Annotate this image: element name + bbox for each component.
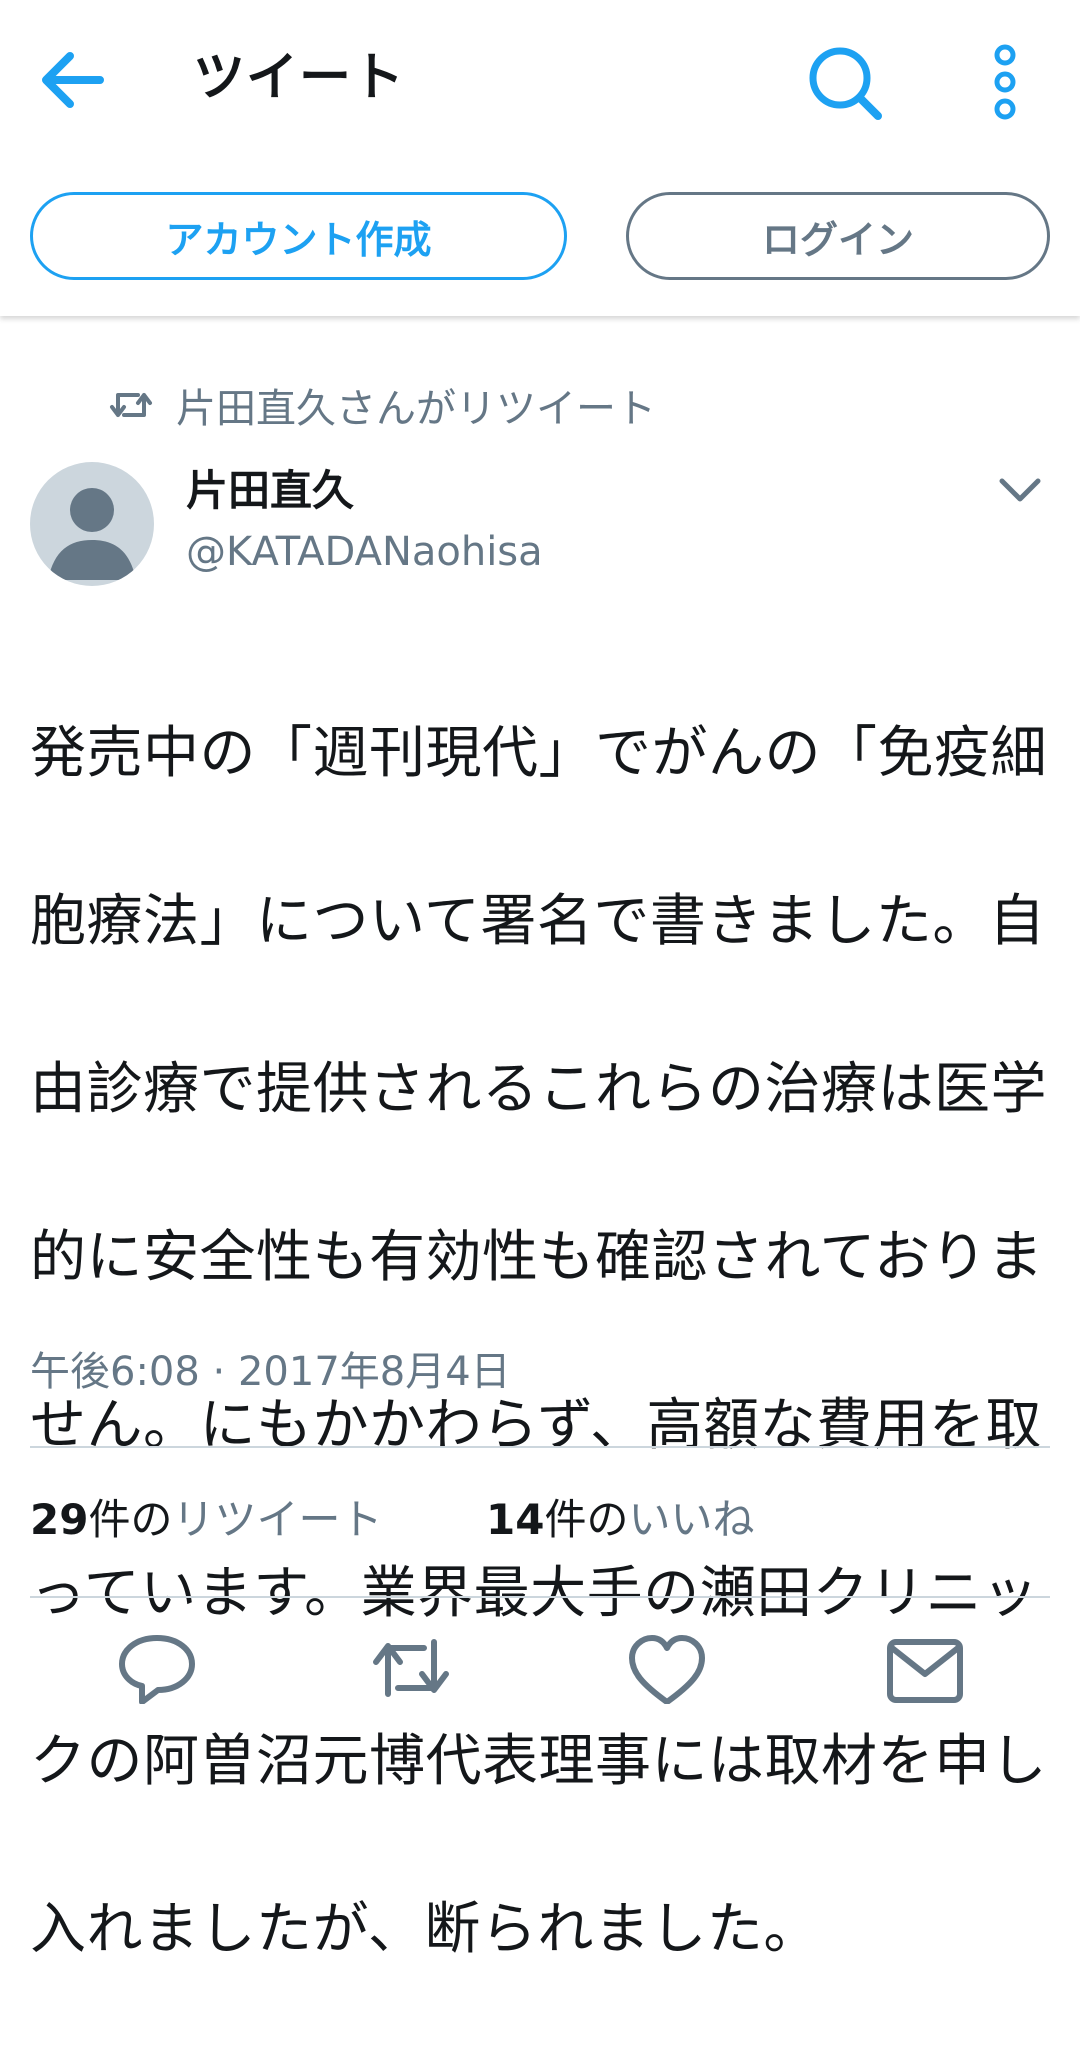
author-name[interactable]: 片田直久	[186, 462, 354, 520]
retweet-count-label: リツイート	[172, 1495, 383, 1544]
chevron-down-icon	[999, 478, 1041, 502]
create-account-button[interactable]: アカウント作成	[30, 192, 567, 280]
login-button[interactable]: ログイン	[626, 192, 1050, 280]
tweet-text-line: っています。業界最大手の瀬田クリニッ	[30, 1561, 1039, 1626]
avatar[interactable]	[30, 462, 154, 586]
more-options-button[interactable]	[965, 38, 1045, 128]
top-app-bar: ツイート アカウント作成 ログイン	[0, 0, 1080, 316]
tweet-text-line: 入れましたが、断られました。	[30, 1897, 820, 1962]
retweet-context: 片田直久さんがリツイート	[108, 370, 656, 440]
retweet-count[interactable]: 29件のリツイート	[30, 1488, 382, 1552]
tweet-text-line: 的に安全性も有効性も確認されておりま	[30, 1225, 1044, 1290]
retweet-small-icon	[110, 393, 152, 417]
tweet-text-line: 由診療で提供されるこれらの治療は医学	[30, 1057, 1047, 1122]
back-button[interactable]	[30, 40, 120, 120]
tweet-timestamp[interactable]: 午後6:08 · 2017年8月4日	[30, 1340, 511, 1404]
like-count[interactable]: 14件のいいね	[486, 1488, 754, 1552]
like-count-unit: 件の	[544, 1495, 629, 1544]
tweet-menu-button[interactable]	[990, 465, 1050, 515]
more-vertical-icon	[994, 44, 1016, 120]
arrow-left-icon	[42, 52, 104, 108]
tweet-text-line: 発売中の「週刊現代」でがんの「免疫細	[30, 721, 1047, 786]
page-title: ツイート	[193, 48, 406, 108]
tweet-text-line: 胞療法」について署名で書きました。自	[30, 889, 1046, 954]
divider	[30, 1446, 1050, 1448]
reply-icon	[119, 1635, 195, 1705]
retweet-count-number: 29	[30, 1495, 89, 1544]
default-avatar-icon	[48, 488, 136, 580]
reply-button[interactable]	[112, 1632, 202, 1705]
heart-icon	[629, 1635, 705, 1705]
retweet-icon	[373, 1639, 449, 1697]
tweet-text-line: クの阿曽沼元博代表理事には取材を申し	[30, 1729, 1047, 1794]
retweet-count-unit: 件の	[88, 1495, 173, 1544]
retweet-button[interactable]	[366, 1632, 456, 1704]
like-count-number: 14	[486, 1495, 545, 1544]
direct-message-button[interactable]	[880, 1632, 970, 1704]
search-button[interactable]	[800, 38, 890, 128]
search-icon	[809, 47, 882, 120]
like-count-label: いいね	[628, 1495, 755, 1544]
like-button[interactable]	[622, 1632, 712, 1705]
author-handle[interactable]: @KATADANaohisa	[186, 524, 543, 580]
envelope-icon	[887, 1639, 963, 1703]
retweet-context-label: 片田直久さんがリツイート	[176, 386, 656, 432]
divider	[30, 1596, 1050, 1598]
